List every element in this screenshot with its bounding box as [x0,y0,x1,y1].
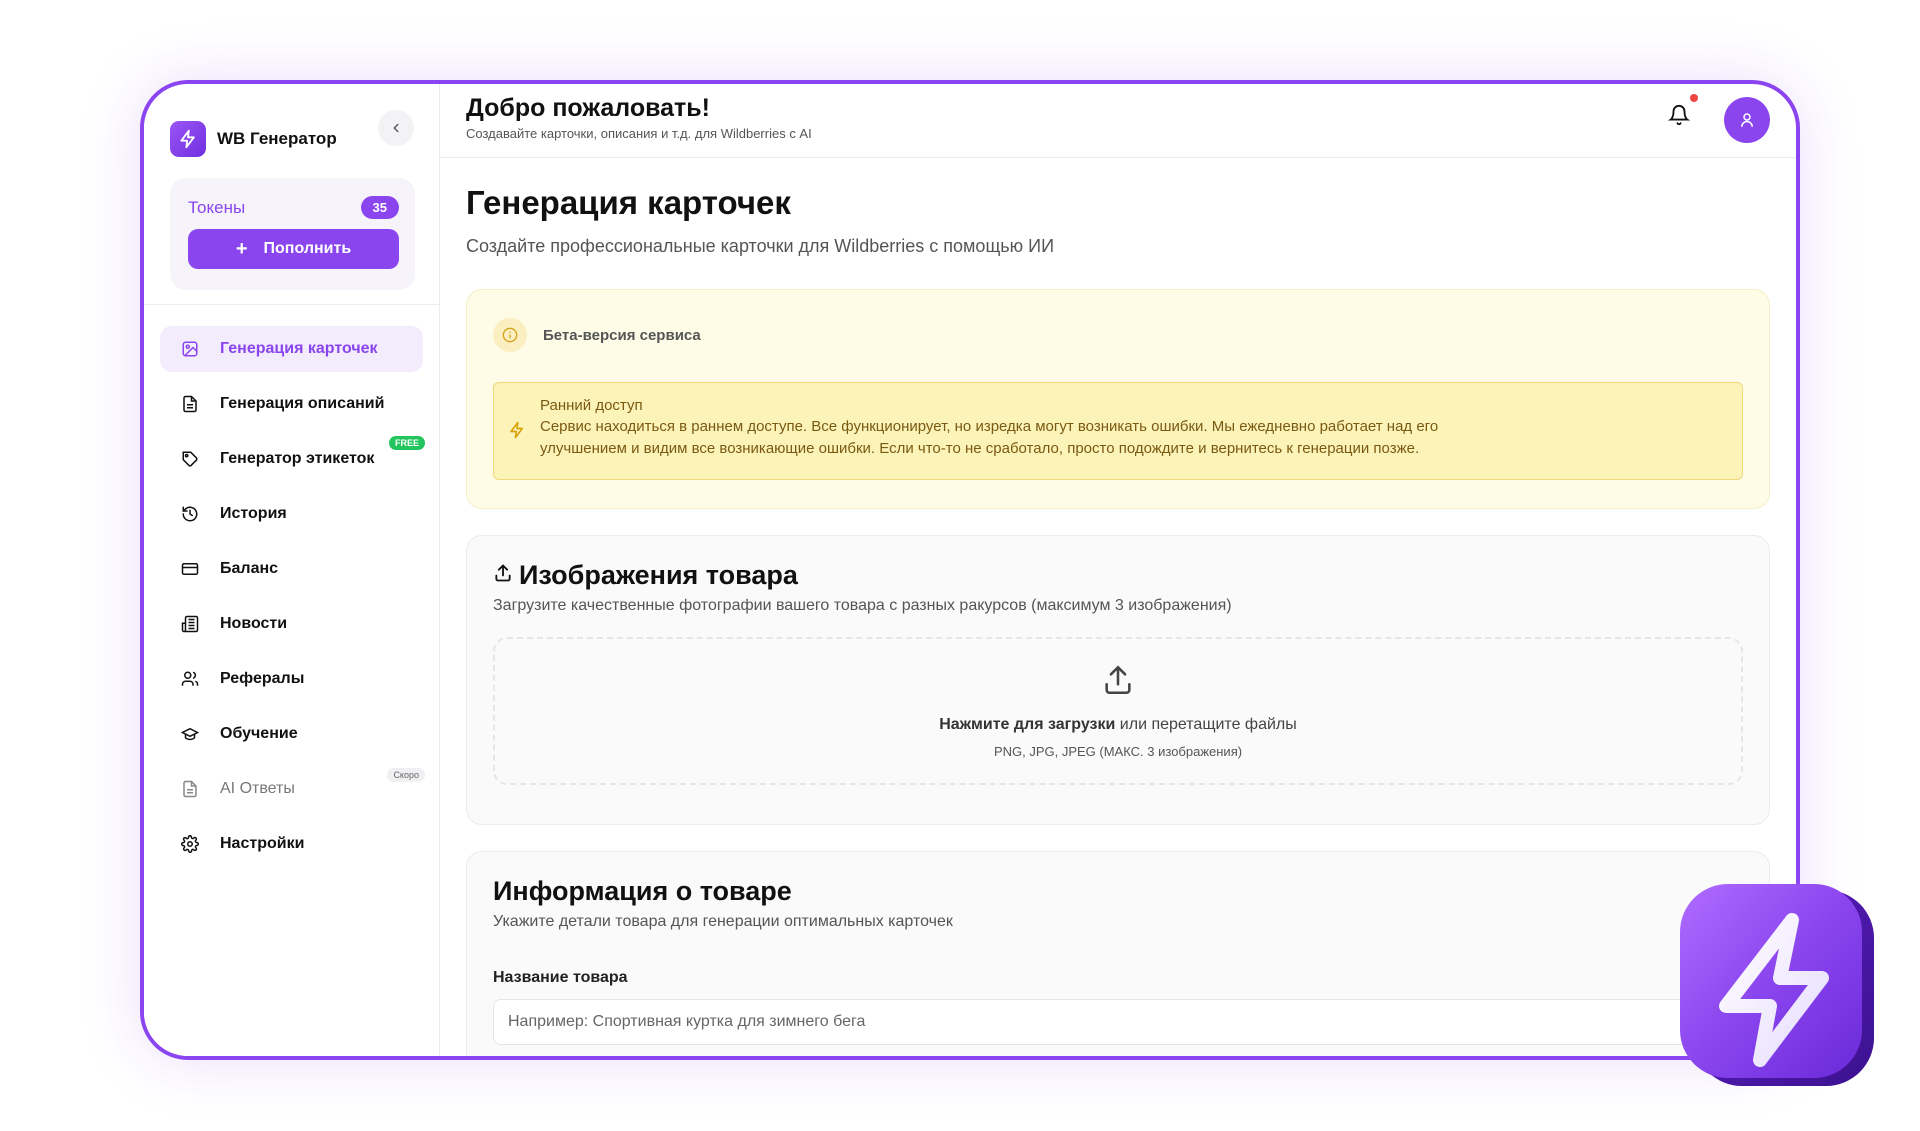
product-name-input[interactable] [493,999,1743,1045]
tag-icon [180,449,200,469]
avatar[interactable] [1724,97,1770,143]
collapse-sidebar-button[interactable] [378,110,414,146]
topup-label: Пополнить [263,240,352,257]
sidebar-item-referrals[interactable]: Рефералы [160,656,423,702]
sidebar-nav: Генерация карточек Генерация описаний Ге… [160,326,425,876]
info-section-subtitle: Укажите детали товара для генерации опти… [493,913,953,930]
product-info-card: Информация о товаре Укажите детали товар… [466,851,1770,1056]
lightning-icon [508,421,526,444]
notification-dot [1690,94,1698,102]
card-icon [180,559,200,579]
lightning-logo-icon [170,121,206,157]
sidebar-item-label: Генератор этикеток [220,450,375,467]
newspaper-icon [180,614,200,634]
beta-label: Бета-версия сервиса [543,326,701,344]
dropzone-formats: PNG, JPG, JPEG (МАКС. 3 изображения) [993,744,1243,759]
sidebar-item-label: Обучение [220,725,298,742]
bell-icon[interactable] [1667,104,1692,128]
sidebar-item-history[interactable]: История [160,491,423,537]
sidebar-divider [144,304,439,305]
images-section-title: Изображения товара [519,560,798,590]
sidebar-item-description-generation[interactable]: Генерация описаний [160,381,423,427]
users-icon [180,669,200,689]
app-name: WB Генератор [217,129,337,148]
image-dropzone[interactable]: Нажмите для загрузки или перетащите файл… [493,637,1743,785]
upload-icon [493,563,513,588]
document-icon [180,394,200,414]
sidebar-item-label: История [220,505,287,522]
sidebar-item-label: Настройки [220,835,305,852]
sidebar: WB Генератор Токены 35 + Пополнить Генер… [144,84,440,1056]
dropzone-text: Нажмите для загрузки или перетащите файл… [939,716,1297,734]
welcome-title: Добро пожаловать! [466,94,710,122]
tokens-label: Токены [188,197,246,217]
upload-icon [1101,663,1135,702]
free-badge: FREE [388,436,425,450]
main-content: Добро пожаловать! Создавайте карточки, о… [440,84,1796,1056]
sidebar-item-learning[interactable]: Обучение [160,711,423,757]
welcome-subtitle: Создавайте карточки, описания и т.д. для… [466,126,812,141]
user-icon [1741,113,1753,127]
sidebar-item-label: Баланс [220,560,279,577]
gear-icon [180,834,200,854]
sidebar-item-label-generator[interactable]: Генератор этикеток FREE [160,436,425,482]
topup-button[interactable]: + Пополнить [188,229,399,269]
soon-badge: Скоро [387,768,425,782]
chevron-left-icon [393,123,399,133]
sidebar-item-label: AI Ответы [220,780,295,797]
sidebar-item-balance[interactable]: Баланс [160,546,423,592]
document-icon [180,779,200,799]
tokens-card: Токены 35 + Пополнить [170,178,415,290]
stage: WB Генератор Токены 35 + Пополнить Генер… [0,0,1920,1131]
sidebar-item-news[interactable]: Новости [160,601,423,647]
upload-link[interactable]: Нажмите для загрузки [939,716,1115,733]
beta-card: Бета-версия сервиса Ранний доступ Сервис… [466,289,1770,509]
product-images-card: Изображения товара Загрузите качественны… [466,535,1770,825]
device-frame: WB Генератор Токены 35 + Пополнить Генер… [140,80,1800,1060]
notice-title: Ранний доступ [540,397,643,414]
lightning-app-icon [1672,878,1888,1098]
sidebar-item-label: Генерация карточек [220,340,378,357]
product-name-label: Название товара [493,969,628,986]
images-section-subtitle: Загрузите качественные фотографии вашего… [493,597,1232,614]
plus-icon: + [235,238,248,260]
notice-text-line-1: Сервис находиться в раннем доступе. Все … [540,418,1439,435]
sidebar-item-label: Рефералы [220,670,305,687]
tokens-count-badge: 35 [360,196,399,219]
sidebar-item-settings[interactable]: Настройки [160,821,423,867]
sidebar-item-label: Генерация описаний [220,395,385,412]
early-access-notice: Ранний доступ Сервис находиться в раннем… [493,382,1743,480]
page-title: Генерация карточек [466,184,791,221]
sidebar-item-card-generation[interactable]: Генерация карточек [160,326,423,372]
top-header: Добро пожаловать! Создавайте карточки, о… [440,84,1796,158]
info-icon [493,318,527,352]
page-subtitle: Создайте профессиональные карточки для W… [466,236,1055,256]
history-icon [180,504,200,524]
sidebar-item-label: Новости [220,615,288,632]
image-icon [180,339,200,359]
sidebar-item-ai-answers[interactable]: AI Ответы Скоро [160,766,425,812]
page-content: Генерация карточек Создайте профессионал… [440,158,1796,1056]
dropzone-hint: или перетащите файлы [1115,716,1297,733]
info-section-title: Информация о товаре [493,876,792,906]
notice-text-line-2: улучшением и видим все возникающие ошибк… [540,440,1420,457]
graduation-cap-icon [180,724,200,744]
